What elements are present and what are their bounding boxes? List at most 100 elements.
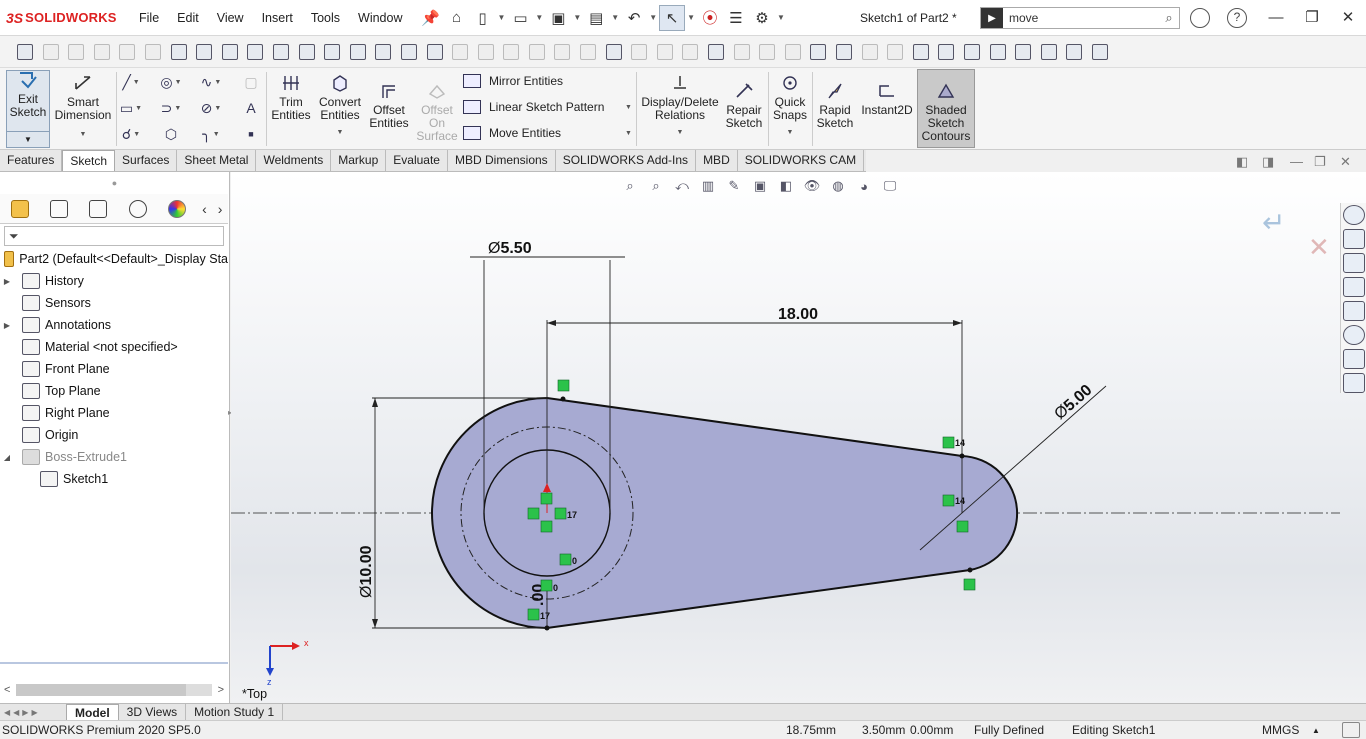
sketch-settings-icon[interactable] — [1089, 41, 1111, 63]
view-settings-icon[interactable]: 🖵 — [880, 177, 900, 195]
boundary-boss-icon[interactable] — [116, 41, 138, 63]
customize-status-icon[interactable] — [1342, 722, 1360, 738]
composite-curve-icon[interactable] — [628, 41, 650, 63]
restore-icon[interactable]: ❐ — [1294, 0, 1330, 36]
search-input[interactable]: move — [1003, 11, 1159, 25]
linear-pattern-button[interactable]: Linear Sketch Pattern ▼ — [463, 100, 632, 114]
tangent-relation-icon[interactable] — [557, 379, 570, 392]
display-manager-tab-icon[interactable] — [157, 196, 196, 222]
chevron-right-icon[interactable]: › — [212, 201, 228, 217]
tree-horizontal-scrollbar[interactable]: < > — [4, 682, 224, 698]
dim-small-diameter[interactable]: Ø5.00 — [1051, 382, 1095, 423]
rapid-sketch-button[interactable]: Rapid Sketch — [814, 82, 856, 130]
expand-arrow-icon[interactable]: ▶ — [0, 277, 14, 286]
sketch-point[interactable] — [544, 625, 550, 631]
rebuild-traffic-light-icon[interactable]: ⦿ — [697, 5, 723, 31]
dome-icon[interactable] — [782, 41, 804, 63]
deform-icon[interactable] — [833, 41, 855, 63]
swept-cut-icon[interactable] — [219, 41, 241, 63]
tab-scroll-arrows[interactable]: ◀◀▶▶ — [0, 708, 66, 717]
revolved-boss-icon[interactable] — [40, 41, 62, 63]
coincident-relation-icon[interactable] — [527, 608, 540, 621]
chevron-left-icon[interactable]: ‹ — [197, 201, 213, 217]
convert-entities-button[interactable]: Convert Entities ▼ — [316, 74, 364, 139]
chevron-down-icon[interactable]: ▼ — [625, 130, 632, 137]
draft-icon[interactable] — [372, 41, 394, 63]
wrap-icon[interactable] — [424, 41, 446, 63]
instant3d-icon[interactable] — [551, 41, 573, 63]
previous-view-icon[interactable]: ⤺ — [672, 177, 692, 195]
extruded-cut-icon[interactable] — [142, 41, 164, 63]
doc-close-icon[interactable]: ✕ — [1340, 154, 1351, 170]
vertical-relation-icon[interactable] — [540, 579, 553, 592]
file-properties-icon[interactable]: ☰ — [723, 5, 749, 31]
scrollbar-track[interactable] — [16, 684, 212, 696]
repair-sketch-button[interactable]: Repair Sketch — [722, 82, 766, 130]
shell-icon[interactable] — [398, 41, 420, 63]
solidworks-resources-icon[interactable] — [1343, 205, 1365, 225]
indent-icon[interactable] — [859, 41, 881, 63]
shaded-sketch-contours-button[interactable]: Shaded Sketch Contours — [917, 69, 975, 148]
instant2d-button[interactable]: Instant2D — [858, 82, 916, 117]
tab-sketch[interactable]: Sketch — [62, 150, 116, 171]
chevron-down-icon[interactable]: ▼ — [625, 104, 632, 111]
offset-entities-button[interactable]: Offset Entities — [366, 82, 412, 130]
view-palette-icon[interactable] — [1343, 301, 1365, 321]
tile-right-icon[interactable]: ◨ — [1262, 154, 1274, 170]
tab-weldments[interactable]: Weldments — [256, 150, 332, 171]
tab-evaluate[interactable]: Evaluate — [386, 150, 448, 171]
tab-mbd-dimensions[interactable]: MBD Dimensions — [448, 150, 556, 171]
confirm-exit-sketch-icon[interactable]: ↵ — [1262, 206, 1285, 239]
tab-motion-study[interactable]: Motion Study 1 — [186, 704, 284, 720]
chevron-down-icon[interactable]: ▼ — [535, 13, 543, 22]
weld-bead-icon[interactable] — [756, 41, 778, 63]
chevron-down-icon[interactable]: ▼ — [316, 126, 364, 139]
dim-center-distance[interactable]: 18.00 — [778, 306, 818, 323]
solidworks-logo[interactable]: 3S SOLIDWORKS — [0, 10, 130, 26]
helix-icon[interactable] — [654, 41, 676, 63]
chevron-down-icon[interactable]: ▼ — [640, 126, 720, 139]
appearances-icon[interactable] — [1343, 325, 1365, 345]
freeform-icon[interactable] — [807, 41, 829, 63]
tile-left-icon[interactable]: ◧ — [1236, 154, 1248, 170]
reference-geometry-icon[interactable] — [500, 41, 522, 63]
section-view-icon[interactable] — [987, 41, 1009, 63]
open-folder-icon[interactable]: ▭ — [507, 5, 533, 31]
display-delete-relations-button[interactable]: Display/Delete Relations ▼ — [640, 74, 720, 139]
chevron-down-icon[interactable]: ▼ — [777, 13, 785, 22]
section-view-icon[interactable]: ▥ — [698, 177, 718, 195]
3d-sketch-icon[interactable] — [731, 41, 753, 63]
status-units[interactable]: MMGS — [1262, 723, 1299, 737]
units-chevron-icon[interactable]: ▲ — [1312, 726, 1320, 735]
sketch-point[interactable] — [560, 396, 566, 402]
save-icon[interactable]: ▣ — [545, 5, 571, 31]
extruded-boss-icon[interactable] — [14, 41, 36, 63]
tab-model[interactable]: Model — [66, 703, 119, 721]
tab-surfaces[interactable]: Surfaces — [115, 150, 178, 171]
tree-item-front-plane[interactable]: Front Plane — [0, 358, 228, 380]
chevron-down-icon[interactable]: ▼ — [573, 13, 581, 22]
doc-minimize-icon[interactable]: — — [1290, 154, 1303, 169]
help-icon[interactable]: ? — [1227, 8, 1247, 28]
chevron-down-icon[interactable]: ▼ — [54, 128, 112, 141]
scrollbar-thumb[interactable] — [16, 684, 187, 696]
lofted-boss-icon[interactable] — [91, 41, 113, 63]
line-icon[interactable]: ╱ ▼ — [120, 72, 142, 92]
search-icon[interactable]: ⌕ — [1159, 10, 1179, 26]
spline-icon[interactable]: ∿ ▼ — [200, 72, 222, 92]
display-style-icon[interactable]: ◧ — [776, 177, 796, 195]
coincident-relation-icon[interactable] — [942, 436, 955, 449]
revolved-cut-icon[interactable] — [193, 41, 215, 63]
doc-restore-icon[interactable]: ❐ — [1314, 154, 1326, 170]
coincident-relation-icon[interactable] — [540, 520, 553, 533]
file-explorer-icon[interactable] — [1343, 277, 1365, 297]
zoom-to-area-icon[interactable]: ⌕ — [646, 177, 666, 195]
dynamic-annotation-icon[interactable]: ✎ — [724, 177, 744, 195]
coincident-relation-icon[interactable] — [942, 494, 955, 507]
display-grid-icon[interactable] — [1063, 41, 1085, 63]
dim-hole-diameter[interactable]: Ø5.50 — [488, 240, 532, 257]
tree-item-right-plane[interactable]: Right Plane — [0, 402, 228, 424]
mirror-entities-button[interactable]: Mirror Entities — [463, 74, 563, 88]
offset-on-surface-button[interactable]: Offset On Surface — [414, 82, 460, 143]
feature-manager-tab-icon[interactable] — [0, 196, 39, 222]
